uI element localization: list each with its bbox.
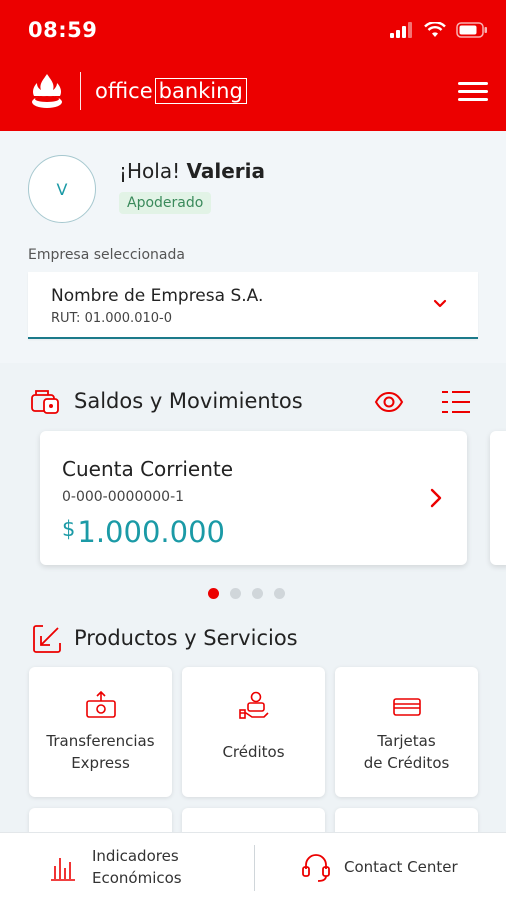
carousel-pagination — [208, 588, 285, 599]
product-label: Transferencias Express — [46, 732, 155, 772]
bottom-bar: Indicadores Económicos Contact Center — [0, 832, 506, 900]
product-tarjetas[interactable]: Tarjetas de Créditos — [335, 667, 478, 797]
indicators-button[interactable]: Indicadores Económicos — [48, 833, 182, 900]
brand-prefix: office — [95, 79, 153, 103]
account-currency: $ — [62, 517, 76, 541]
headset-icon — [302, 854, 330, 882]
signal-icon — [390, 22, 412, 38]
products-title: Productos y Servicios — [74, 626, 298, 650]
greeting: ¡Hola! Valeria — [119, 159, 265, 183]
chevron-right-icon — [430, 488, 442, 508]
contact-center-button[interactable]: Contact Center — [300, 833, 458, 900]
company-name: Nombre de Empresa S.A. — [51, 286, 264, 306]
app-header: 08:59 office banking — [0, 0, 506, 131]
battery-icon — [456, 22, 487, 38]
company-label: Empresa seleccionada — [28, 247, 185, 263]
account-title: Cuenta Corriente — [62, 457, 234, 481]
credit-card-icon — [392, 698, 421, 716]
pagination-dot-2[interactable] — [230, 588, 241, 599]
credit-hand-icon — [238, 691, 269, 719]
brand-divider — [80, 72, 81, 110]
eye-icon[interactable] — [374, 391, 404, 413]
brand-name: office banking — [95, 78, 247, 104]
account-card[interactable]: Cuenta Corriente 0-000-0000000-1 $ 1.000… — [40, 431, 467, 565]
account-amount: 1.000.000 — [77, 515, 225, 549]
hamburger-menu-icon[interactable] — [458, 82, 488, 102]
chevron-down-icon — [433, 299, 447, 308]
avatar: V — [28, 155, 96, 223]
profile-section: V ¡Hola! Valeria Apoderado Empresa selec… — [0, 131, 506, 363]
product-transferencias[interactable]: Transferencias Express — [29, 667, 172, 797]
status-icons — [390, 22, 488, 38]
contact-center-label: Contact Center — [344, 858, 458, 876]
status-bar: 08:59 — [0, 0, 506, 62]
brand-logo: office banking — [28, 70, 247, 112]
product-label: Tarjetas de Créditos — [363, 732, 450, 772]
santander-flame-icon — [32, 74, 62, 108]
company-select[interactable]: Nombre de Empresa S.A. RUT: 01.000.010-0 — [28, 272, 478, 339]
role-badge: Apoderado — [119, 192, 212, 214]
transfer-icon — [85, 691, 116, 718]
balances-title: Saldos y Movimientos — [74, 389, 303, 413]
status-time: 08:59 — [28, 18, 98, 42]
company-rut: RUT: 01.000.010-0 — [51, 311, 172, 326]
product-label: Créditos — [222, 743, 285, 761]
wallet-icon — [31, 390, 59, 414]
pagination-dot-4[interactable] — [274, 588, 285, 599]
bar-chart-icon — [51, 858, 75, 881]
account-number: 0-000-0000000-1 — [62, 489, 185, 505]
wifi-icon — [424, 22, 446, 37]
next-account-card[interactable] — [490, 431, 506, 565]
pagination-dot-3[interactable] — [252, 588, 263, 599]
greeting-prefix: ¡Hola! — [119, 159, 181, 183]
indicators-label: Indicadores Económicos — [92, 847, 182, 887]
list-view-icon[interactable] — [441, 389, 471, 415]
product-creditos[interactable]: Créditos — [182, 667, 325, 797]
user-name: Valeria — [186, 159, 265, 183]
account-balance: $ 1.000.000 — [62, 515, 225, 549]
arrow-down-left-icon — [33, 625, 61, 653]
bottom-bar-divider — [254, 845, 255, 891]
brand-boxed: banking — [154, 78, 247, 104]
pagination-dot-1[interactable] — [208, 588, 219, 599]
